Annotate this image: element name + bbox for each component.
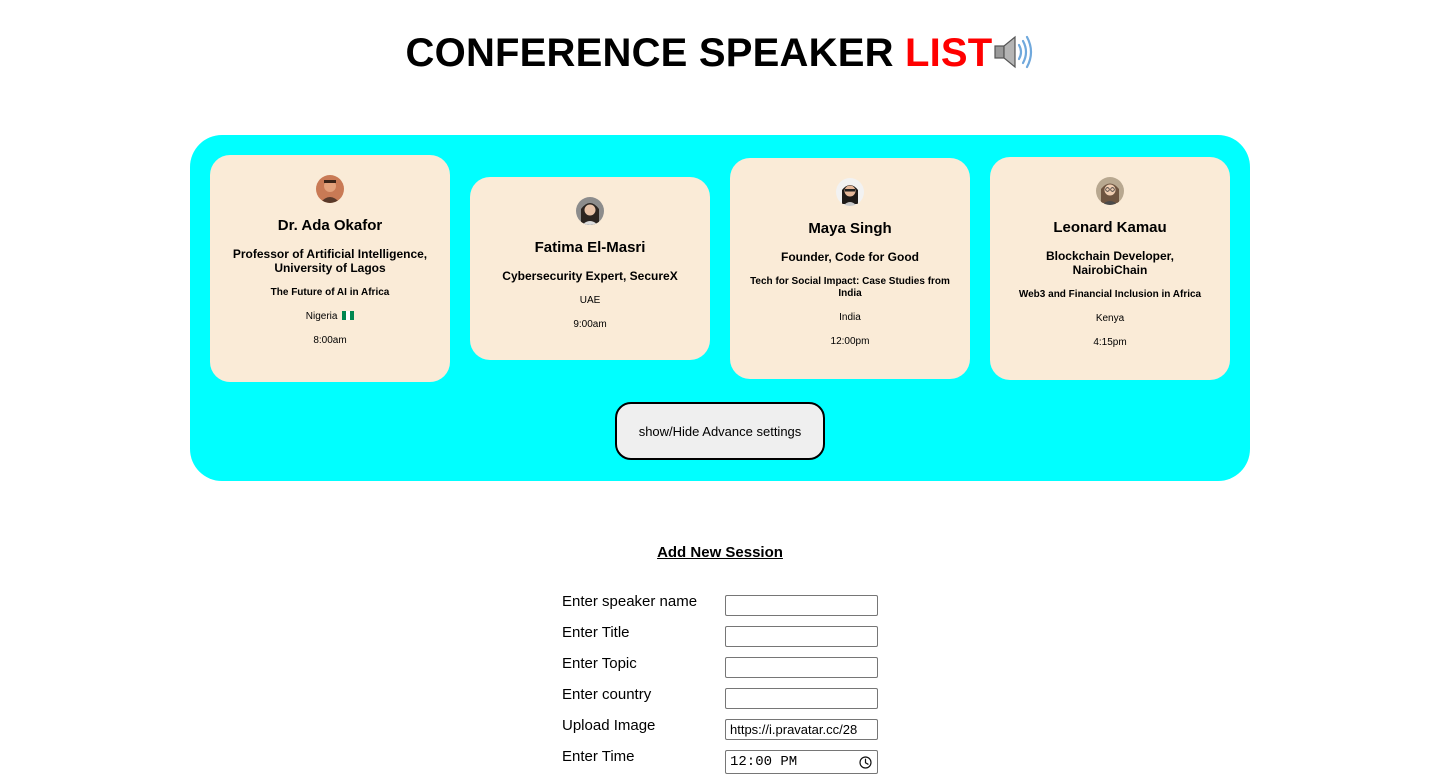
- speaker-name: Maya Singh: [808, 220, 892, 237]
- speaker-card: Fatima El-Masri Cybersecurity Expert, Se…: [470, 177, 710, 360]
- form-row-title: Enter Title: [562, 624, 882, 648]
- title-input[interactable]: [725, 626, 878, 647]
- toggle-advance-settings-button[interactable]: show/Hide Advance settings: [615, 402, 825, 460]
- form-row-country: Enter country: [562, 686, 882, 710]
- topic-input[interactable]: [725, 657, 878, 678]
- speakers-panel: Dr. Ada Okafor Professor of Artificial I…: [190, 135, 1250, 481]
- nigeria-flag-icon: [342, 311, 355, 320]
- clock-icon[interactable]: [859, 756, 872, 769]
- title-accent: LIST: [904, 31, 993, 75]
- speaker-time: 4:15pm: [1093, 337, 1127, 348]
- speaker-card: Maya Singh Founder, Code for Good Tech f…: [730, 158, 970, 379]
- page-title: CONFERENCE SPEAKER LIST: [0, 30, 1440, 76]
- image-url-input[interactable]: [725, 719, 878, 740]
- form-row-speaker-name: Enter speaker name: [562, 593, 882, 617]
- title-label: Enter Title: [562, 624, 630, 641]
- speaker-card: Leonard Kamau Blockchain Developer, Nair…: [990, 157, 1230, 380]
- speaker-country: Nigeria: [228, 311, 432, 323]
- speaker-country: Kenya: [1095, 313, 1125, 324]
- speaker-time: 8:00am: [313, 335, 347, 346]
- speaker-name: Leonard Kamau: [1053, 219, 1167, 236]
- speaker-role: Blockchain Developer, NairobiChain: [1045, 249, 1175, 277]
- page: CONFERENCE SPEAKER LIST Dr. Ada Okafor P…: [0, 0, 1440, 778]
- speaker-time: 12:00pm: [830, 336, 870, 347]
- speaker-topic: Web3 and Financial Inclusion in Africa: [1018, 289, 1202, 300]
- speaker-country: India: [839, 312, 861, 323]
- image-label: Upload Image: [562, 717, 656, 734]
- speaker-topic: Tech for Social Impact: Case Studies fro…: [750, 276, 950, 299]
- speaker-icon: [994, 35, 1033, 69]
- speaker-card: Dr. Ada Okafor Professor of Artificial I…: [210, 155, 450, 382]
- speaker-time: 9:00am: [573, 319, 607, 330]
- title-main: CONFERENCE SPEAKER: [405, 31, 905, 75]
- speaker-name-label: Enter speaker name: [562, 593, 698, 610]
- speaker-role: Cybersecurity Expert, SecureX: [502, 269, 678, 283]
- speaker-role: Professor of Artificial Intelligence, Un…: [232, 247, 428, 275]
- form-row-image: Upload Image: [562, 717, 882, 741]
- speaker-role: Founder, Code for Good: [781, 250, 919, 264]
- form-row-time: Enter Time 12:00 PM: [562, 748, 882, 774]
- topic-label: Enter Topic: [562, 655, 637, 672]
- speaker-name-input[interactable]: [725, 595, 878, 616]
- speaker-name: Fatima El-Masri: [534, 239, 646, 256]
- speaker-topic: The Future of AI in Africa: [270, 287, 390, 298]
- speaker-avatar: [316, 175, 344, 203]
- form-row-topic: Enter Topic: [562, 655, 882, 679]
- time-value: 12:00 PM: [730, 754, 798, 770]
- speaker-country: UAE: [579, 295, 601, 306]
- time-label: Enter Time: [562, 748, 635, 765]
- speaker-country-text: Nigeria: [305, 311, 338, 322]
- time-input[interactable]: 12:00 PM: [725, 750, 878, 774]
- country-label: Enter country: [562, 686, 652, 703]
- speaker-avatar: [836, 178, 864, 206]
- country-input[interactable]: [725, 688, 878, 709]
- speaker-name: Dr. Ada Okafor: [277, 217, 383, 234]
- speaker-avatar: [576, 197, 604, 225]
- form-heading: Add New Session: [657, 544, 783, 561]
- speaker-avatar: [1096, 177, 1124, 205]
